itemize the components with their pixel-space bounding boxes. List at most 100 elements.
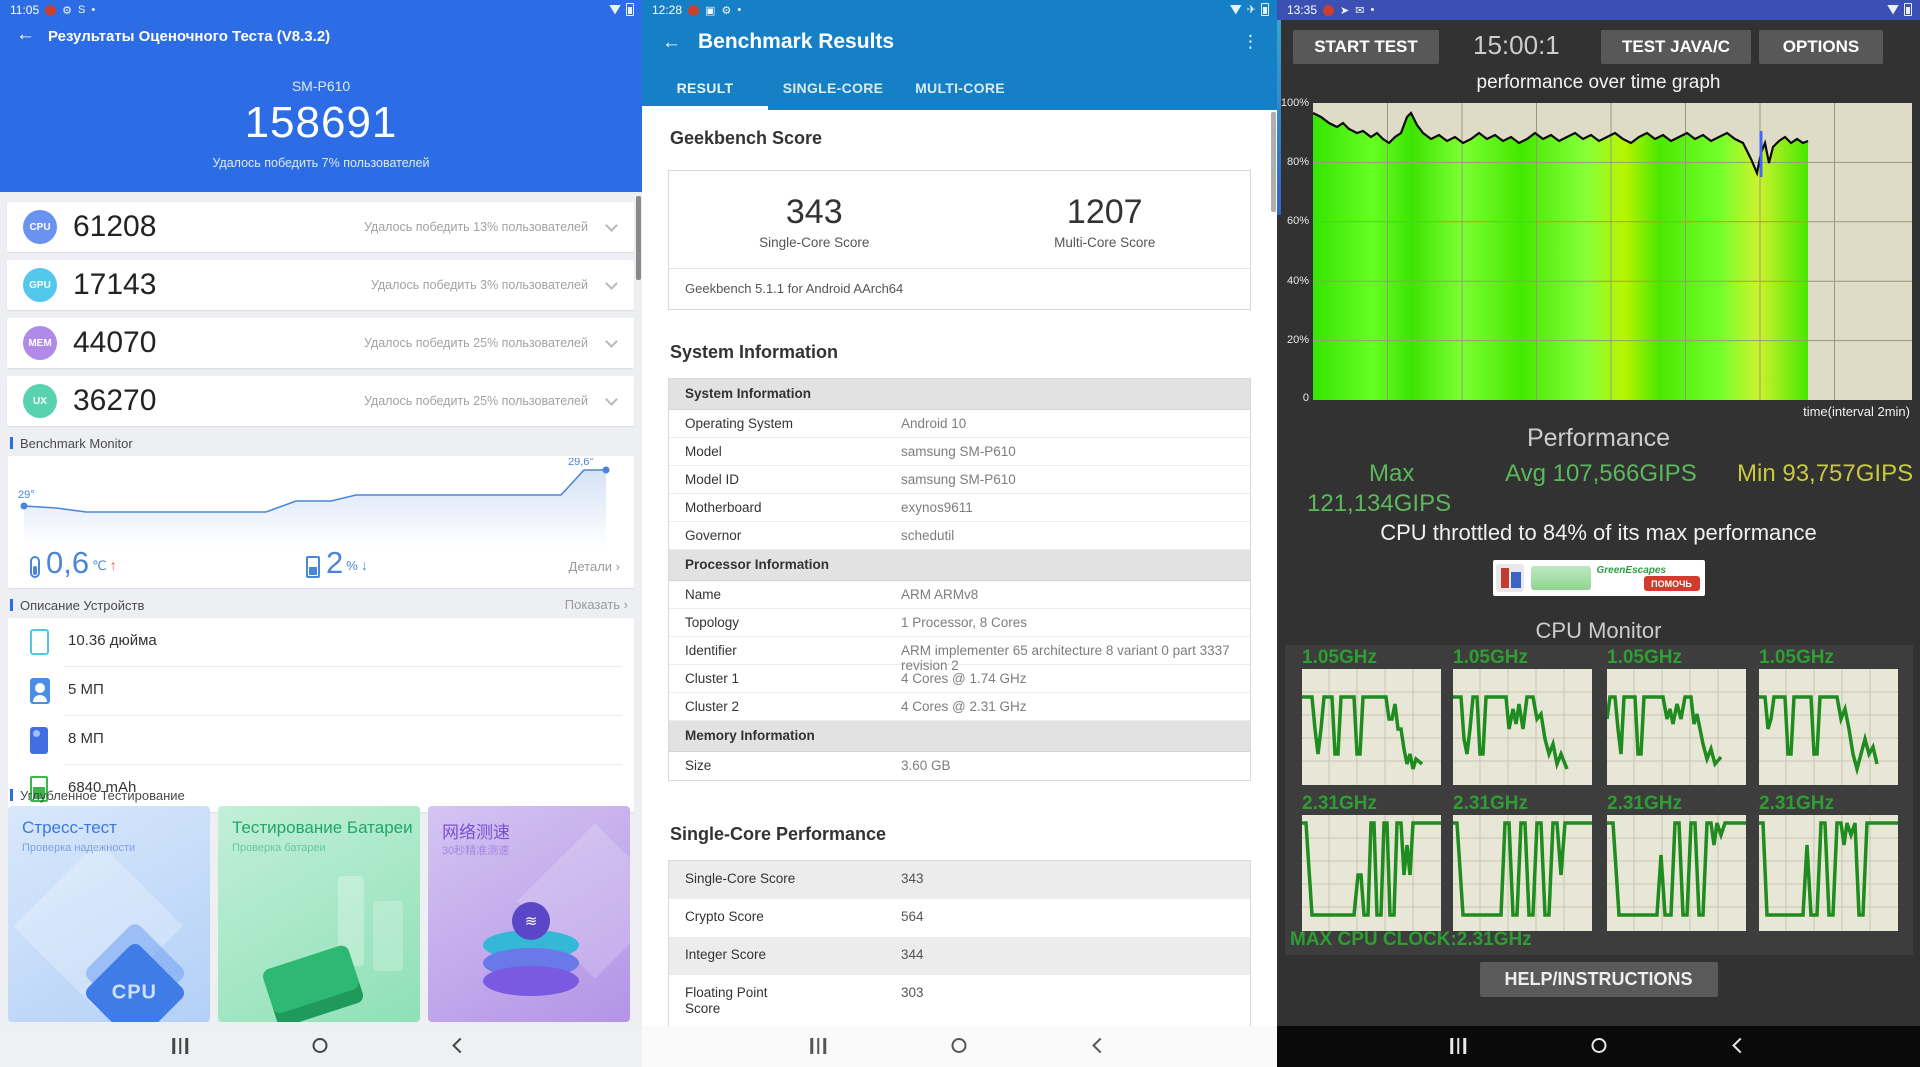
benchmark-monitor-card: 29° 29,6° 0,6 ℃ ↑ 2 % ↓ Детали ›	[8, 456, 634, 588]
ux-badge-icon: UX	[23, 384, 57, 418]
core4-freq: 1.05GHz	[1759, 647, 1834, 669]
recents-button[interactable]	[172, 1038, 188, 1054]
ux-score: 36270	[73, 384, 156, 418]
table-row: Motherboardexynos9611	[669, 494, 1250, 522]
send-icon: ➤	[1340, 4, 1349, 17]
recents-button[interactable]	[810, 1038, 826, 1054]
status-bar-right: 13:35 ➤ ✉ •	[1277, 0, 1920, 20]
core6-chart	[1453, 815, 1592, 931]
arrow-down-icon: ↓	[361, 552, 368, 578]
wifi-icon: ≋	[512, 902, 550, 940]
single-core-value: 343	[669, 193, 960, 232]
scrollbar[interactable]	[1271, 112, 1276, 212]
clock: 12:28	[652, 3, 682, 17]
beat-percent: Удалось победить 7% пользователей	[0, 156, 642, 170]
start-test-button[interactable]: START TEST	[1293, 30, 1439, 64]
home-button[interactable]	[1592, 1038, 1607, 1053]
scrollbar[interactable]	[636, 196, 641, 280]
nav-bar-right	[1277, 1026, 1920, 1067]
test-java-button[interactable]: TEST JAVA/C	[1601, 30, 1751, 64]
score-row-ux[interactable]: UX 36270 Удалось победить 25% пользовате…	[7, 376, 634, 426]
wifi-stack-icon	[483, 966, 579, 996]
antutu-app: 11:05 ⚙ S • ← Результаты Оценочного Тест…	[0, 0, 642, 1067]
help-instructions-button[interactable]: HELP/INSTRUCTIONS	[1480, 962, 1718, 997]
gear-icon: ⚙	[62, 4, 72, 17]
y-axis-label: 20%	[1279, 334, 1309, 346]
table-row: Single-Core Score343	[669, 861, 1250, 899]
score-row-mem[interactable]: MEM 44070 Удалось победить 25% пользоват…	[7, 318, 634, 368]
back-button[interactable]: ←	[16, 24, 35, 46]
ux-beat: Удалось победить 25% пользователей	[364, 394, 588, 408]
chevron-down-icon[interactable]	[605, 335, 618, 348]
back-button[interactable]: ←	[662, 32, 681, 54]
options-button[interactable]: OPTIONS	[1759, 30, 1883, 64]
table-row: Topology1 Processor, 8 Cores	[669, 609, 1250, 637]
show-link[interactable]: Показать ›	[565, 597, 628, 612]
home-button[interactable]	[952, 1038, 967, 1053]
ad-button[interactable]: ПОМОЧЬ	[1644, 576, 1700, 591]
chevron-down-icon[interactable]	[605, 277, 618, 290]
table-row: IdentifierARM implementer 65 architectur…	[669, 637, 1250, 665]
geekbench-score-heading: Geekbench Score	[670, 128, 822, 149]
home-button[interactable]	[313, 1038, 328, 1053]
table-row: Integer Score344	[669, 937, 1250, 975]
gpu-badge-icon: GPU	[23, 268, 57, 302]
throttle-summary: CPU throttled to 84% of its max performa…	[1277, 520, 1920, 546]
score-row-cpu[interactable]: CPU 61208 Удалось победить 13% пользоват…	[7, 202, 634, 252]
wifi-icon	[609, 5, 621, 15]
device-name: SM-P610	[0, 78, 642, 94]
geekbench-header: 12:28 ▣ ⚙ • ✈ ← Benchmark Results ⋮ RESU…	[642, 0, 1277, 110]
table-row: Cluster 14 Cores @ 1.74 GHz	[669, 665, 1250, 693]
core2-chart	[1453, 669, 1592, 785]
table-row: Governorschedutil	[669, 522, 1250, 550]
back-nav-button[interactable]	[455, 1038, 466, 1051]
max-label: Max	[1369, 460, 1414, 488]
back-nav-button[interactable]	[1095, 1038, 1106, 1051]
core8-chart	[1759, 815, 1898, 931]
timer-value: 15:00:1	[1473, 30, 1560, 61]
gpu-score: 17143	[73, 268, 156, 302]
chevron-down-icon[interactable]	[605, 393, 618, 406]
max-cpu-clock: MAX CPU CLOCK:2.31GHz	[1290, 929, 1532, 951]
image-icon: ▣	[705, 4, 715, 17]
notification-icon	[45, 5, 56, 16]
tab-multi-core[interactable]: MULTI-CORE	[915, 80, 1005, 96]
core1-freq: 1.05GHz	[1302, 647, 1377, 669]
clock: 11:05	[10, 3, 39, 17]
network-speed-card[interactable]: 网络测速 30秒精准测速 ≋	[428, 806, 630, 1022]
x-axis-caption: time(interval 2min)	[1803, 404, 1910, 419]
clock: 13:35	[1287, 3, 1317, 17]
table-row: Size3.60 GB	[669, 752, 1250, 780]
nav-bar-middle	[642, 1026, 1277, 1067]
menu-kebab-icon[interactable]: ⋮	[1242, 32, 1259, 52]
score-summary-card: 343 Single-Core Score 1207 Multi-Core Sc…	[668, 170, 1251, 310]
tab-result[interactable]: RESULT	[677, 80, 734, 96]
max-value: 121,134GIPS	[1307, 490, 1451, 518]
cpu-throttling-app: 13:35 ➤ ✉ • START TEST 15:00:1 TEST JAVA…	[1277, 0, 1920, 1067]
tab-single-core[interactable]: SINGLE-CORE	[783, 80, 884, 96]
multi-core-value: 1207	[960, 193, 1251, 232]
battery-icon	[1904, 3, 1912, 16]
stress-test-card[interactable]: Стресс-тест Проверка надежности CPU	[8, 806, 210, 1022]
status-bar-left: 11:05 ⚙ S •	[0, 0, 642, 20]
single-core-performance-table: Single-Core Score343 Crypto Score564 Int…	[668, 860, 1251, 1028]
battery-test-card[interactable]: Тестирование Батареи Проверка батареи	[218, 806, 420, 1022]
core7-chart	[1607, 815, 1746, 931]
table-row: Operating SystemAndroid 10	[669, 410, 1250, 438]
score-row-gpu[interactable]: GPU 17143 Удалось победить 3% пользовате…	[7, 260, 634, 310]
details-link[interactable]: Детали ›	[569, 559, 620, 574]
advanced-testing-label: Углубленное Тестирование	[10, 788, 185, 803]
core5-chart	[1302, 815, 1441, 931]
cpu-score: 61208	[73, 210, 156, 244]
back-nav-button[interactable]	[1735, 1038, 1746, 1051]
ad-banner[interactable]: GreenEscapes ПОМОЧЬ	[1493, 560, 1705, 596]
chevron-down-icon[interactable]	[605, 219, 618, 232]
recents-button[interactable]	[1450, 1038, 1466, 1054]
mem-score: 44070	[73, 326, 156, 360]
core3-chart	[1607, 669, 1746, 785]
avg-value: Avg 107,566GIPS	[1505, 460, 1697, 488]
single-core-label: Single-Core Score	[669, 235, 960, 250]
core8-freq: 2.31GHz	[1759, 793, 1834, 815]
battery-delta: 2 % ↓	[306, 548, 368, 578]
svg-text:29°: 29°	[18, 489, 35, 501]
